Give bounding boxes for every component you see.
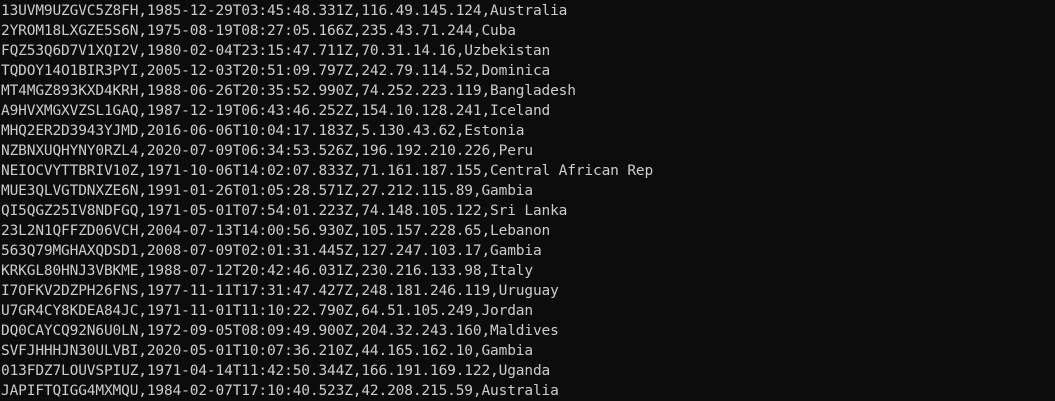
output-line: 13UVM9UZGVC5Z8FH,1985-12-29T03:45:48.331… <box>1 3 568 19</box>
output-line: 2YROM18LXGZE5S6N,1975-08-19T08:27:05.166… <box>1 23 516 39</box>
output-line: JAPIFTQIGG4MXMQU,1984-02-07T17:10:40.523… <box>1 383 559 399</box>
output-line: NZBNXUQHYNY0RZL4,2020-07-09T06:34:53.526… <box>1 143 533 159</box>
output-line: SVFJHHHJN30ULVBI,2020-05-01T10:07:36.210… <box>1 343 533 359</box>
output-line: I7OFKV2DZPH26FNS,1977-11-11T17:31:47.427… <box>1 283 559 299</box>
output-line: DQ0CAYCQ92N6U0LN,1972-09-05T08:09:49.900… <box>1 323 559 339</box>
output-line: FQZ53Q6D7V1XQI2V,1980-02-04T23:15:47.711… <box>1 43 551 59</box>
output-line: NEIOCVYTTBRIV10Z,1971-10-06T14:02:07.833… <box>1 163 654 179</box>
output-line: 563Q79MGHAXQDSD1,2008-07-09T02:01:31.445… <box>1 243 542 259</box>
output-line: 013FDZ7LOUVSPIUZ,1971-04-14T11:42:50.344… <box>1 363 551 379</box>
output-line: 23L2N1QFFZD06VCH,2004-07-13T14:00:56.930… <box>1 223 551 239</box>
terminal-output[interactable]: 13UVM9UZGVC5Z8FH,1985-12-29T03:45:48.331… <box>0 0 1055 401</box>
output-line: MUE3QLVGTDNXZE6N,1991-01-26T01:05:28.571… <box>1 183 533 199</box>
output-line: MHQ2ER2D3943YJMD,2016-06-06T10:04:17.183… <box>1 123 525 139</box>
output-line: QI5QGZ25IV8NDFGQ,1971-05-01T07:54:01.223… <box>1 203 568 219</box>
output-line: TQDOY14O1BIR3PYI,2005-12-03T20:51:09.797… <box>1 63 551 79</box>
output-line: MT4MGZ893KXD4KRH,1988-06-26T20:35:52.990… <box>1 83 576 99</box>
output-line: A9HVXMGXVZSL1GAQ,1987-12-19T06:43:46.252… <box>1 103 551 119</box>
output-line: U7GR4CY8KDEA84JC,1971-11-01T11:10:22.790… <box>1 303 533 319</box>
output-line: KRKGL80HNJ3VBKME,1988-07-12T20:42:46.031… <box>1 263 533 279</box>
